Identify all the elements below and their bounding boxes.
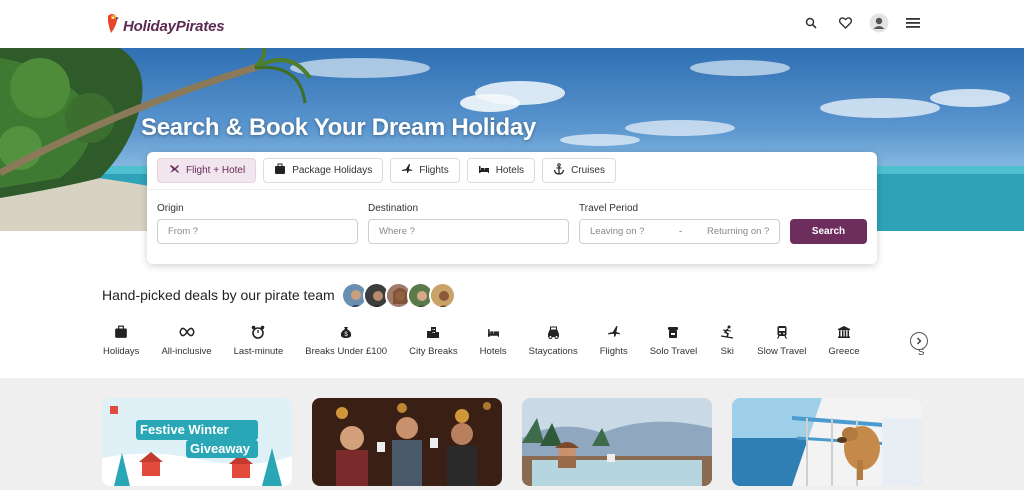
temple-icon: [836, 324, 852, 340]
search-icon[interactable]: [800, 12, 822, 34]
deal-card[interactable]: [732, 398, 922, 486]
backpack-icon: [665, 324, 681, 340]
travel-period-label: Travel Period: [579, 203, 639, 214]
parrot-logo-icon: [105, 13, 121, 35]
skier-icon: [719, 324, 735, 340]
returning-date-input[interactable]: Returning on ?: [707, 226, 769, 237]
tab-hotels[interactable]: Hotels: [466, 158, 536, 183]
team-avatars: [341, 282, 456, 309]
car-icon: [545, 324, 561, 340]
search-button[interactable]: Search: [790, 219, 867, 244]
money-bag-icon: $: [338, 324, 354, 340]
category-label: Holidays: [103, 346, 140, 357]
travel-period-field[interactable]: Leaving on ? - Returning on ?: [579, 219, 780, 244]
category-label: City Breaks: [409, 346, 458, 357]
friends-christmas-market-image: [312, 398, 502, 486]
deals-heading: Hand-picked deals by our pirate team: [102, 287, 335, 303]
suitcase-icon: [113, 324, 129, 340]
category-slow-travel[interactable]: Slow Travel: [757, 324, 806, 357]
category-label: Slow Travel: [757, 346, 807, 357]
category-holidays[interactable]: Holidays: [103, 324, 139, 357]
bed-icon: [478, 163, 490, 178]
category-all-inclusive[interactable]: All-inclusive: [161, 324, 212, 357]
category-label: Flights: [599, 346, 628, 357]
anchor-icon: [553, 163, 565, 178]
date-range-separator: -: [679, 226, 683, 237]
category-label: Last-minute: [233, 346, 284, 357]
train-icon: [774, 324, 790, 340]
category-label: Ski: [720, 346, 734, 357]
category-ski[interactable]: Ski: [719, 324, 735, 357]
tab-label: Flights: [419, 165, 449, 176]
category-hotels[interactable]: Hotels: [480, 324, 507, 357]
logo-text: HolidayPirates: [123, 18, 225, 35]
category-last-minute[interactable]: Last-minute: [233, 324, 284, 357]
alarm-clock-icon: [250, 324, 266, 340]
infinity-icon: [179, 324, 195, 340]
category-city-breaks[interactable]: City Breaks: [409, 324, 458, 357]
origin-input[interactable]: From ?: [157, 219, 358, 244]
category-breaks-under-100[interactable]: $ Breaks Under £100: [305, 324, 387, 357]
destination-input[interactable]: Where ?: [368, 219, 569, 244]
category-label: Hotels: [479, 346, 507, 357]
chevron-right-icon: [915, 332, 923, 350]
heart-icon[interactable]: [834, 12, 856, 34]
search-panel: Flight + Hotel Package Holidays Flights …: [147, 152, 877, 264]
tab-flight-hotel[interactable]: Flight + Hotel: [157, 158, 257, 183]
card-title-line1: Festive Winter: [140, 422, 229, 437]
category-label: All-inclusive: [161, 346, 212, 357]
category-solo-travel[interactable]: Solo Travel: [649, 324, 698, 357]
suitcase-icon: [274, 163, 286, 178]
tab-flights[interactable]: Flights: [390, 158, 460, 183]
bed-icon: [485, 324, 501, 340]
logo[interactable]: HolidayPirates: [105, 12, 225, 35]
destination-label: Destination: [368, 203, 419, 214]
flight-hotel-icon: [168, 163, 180, 178]
categories-next-button[interactable]: [910, 332, 928, 350]
deal-card[interactable]: [522, 398, 712, 486]
site-header: HolidayPirates: [0, 0, 1024, 48]
category-label: Solo Travel: [649, 346, 698, 357]
hot-tub-mountain-image: [522, 398, 712, 486]
dog-on-ship-image: [732, 398, 922, 486]
leaving-date-input[interactable]: Leaving on ?: [590, 226, 644, 237]
tabs-divider: [147, 189, 877, 190]
user-icon[interactable]: [868, 12, 890, 34]
menu-icon[interactable]: [902, 12, 924, 34]
category-label: Staycations: [528, 346, 578, 357]
plane-icon: [606, 324, 622, 340]
plane-icon: [401, 163, 413, 178]
hero-title: Search & Book Your Dream Holiday: [141, 114, 536, 141]
tab-cruises[interactable]: Cruises: [542, 158, 616, 183]
card-title-line2: Giveaway: [190, 441, 250, 456]
category-greece[interactable]: Greece: [828, 324, 860, 357]
tab-label: Cruises: [571, 165, 605, 176]
avatar: [429, 282, 456, 309]
category-staycations[interactable]: Staycations: [529, 324, 578, 357]
deal-card[interactable]: Festive Winter Giveaway: [102, 398, 292, 486]
category-bar: Holidays All-inclusive Last-minute $ Bre…: [103, 324, 882, 357]
category-label: Greece: [828, 346, 860, 357]
tab-label: Hotels: [495, 165, 525, 176]
deal-card[interactable]: [312, 398, 502, 486]
origin-label: Origin: [157, 203, 184, 214]
tab-label: Flight + Hotel: [186, 165, 246, 176]
tab-package-holidays[interactable]: Package Holidays: [263, 158, 384, 183]
tab-label: Package Holidays: [292, 165, 373, 176]
city-icon: [425, 324, 441, 340]
category-label: Breaks Under £100: [305, 346, 388, 357]
category-flights[interactable]: Flights: [600, 324, 628, 357]
